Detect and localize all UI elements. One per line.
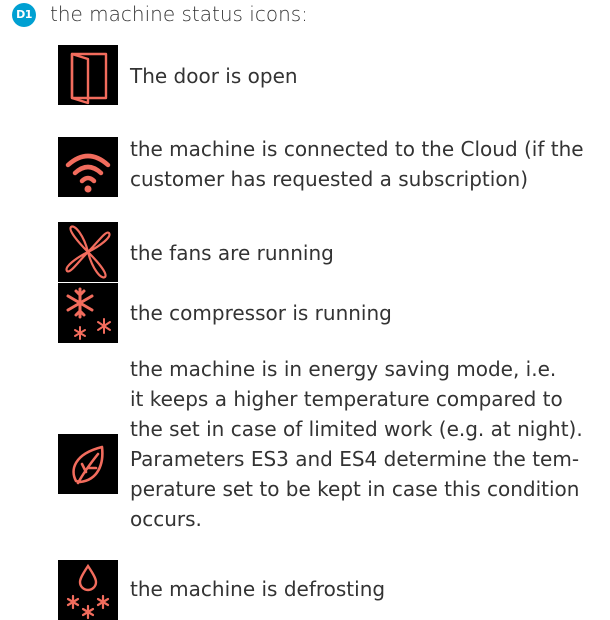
energy-saving-line-4: Parameters ES3 and ES4 determine the tem… <box>130 447 580 471</box>
section-badge: D1 <box>12 3 36 27</box>
wifi-cloud-icon <box>58 137 118 197</box>
energy-saving-line-2: it keeps a higher temperature compared t… <box>130 387 563 411</box>
leaf-energy-saving-icon <box>58 434 118 494</box>
energy-saving-line-6: occurs. <box>130 507 202 531</box>
wifi-description-line-1: the machine is connected to the Cloud (i… <box>130 137 584 161</box>
fan-description: the fans are running <box>130 241 334 265</box>
energy-saving-line-3: the set in case of limited work (e.g. at… <box>130 417 583 441</box>
door-open-icon <box>58 45 118 105</box>
defrost-icon <box>58 560 118 620</box>
compressor-description: the compressor is running <box>130 301 392 325</box>
section-heading: the machine status icons: <box>50 2 308 26</box>
defrost-description: the machine is defrosting <box>130 577 386 601</box>
snowflake-compressor-icon <box>58 283 118 343</box>
door-open-description: The door is open <box>130 64 298 88</box>
wifi-description-line-2: customer has requested a subscription) <box>130 167 529 191</box>
energy-saving-line-1: the machine is in energy saving mode, i.… <box>130 357 557 381</box>
energy-saving-line-5: perature set to be kept in case this con… <box>130 477 580 501</box>
fan-icon <box>58 222 118 282</box>
